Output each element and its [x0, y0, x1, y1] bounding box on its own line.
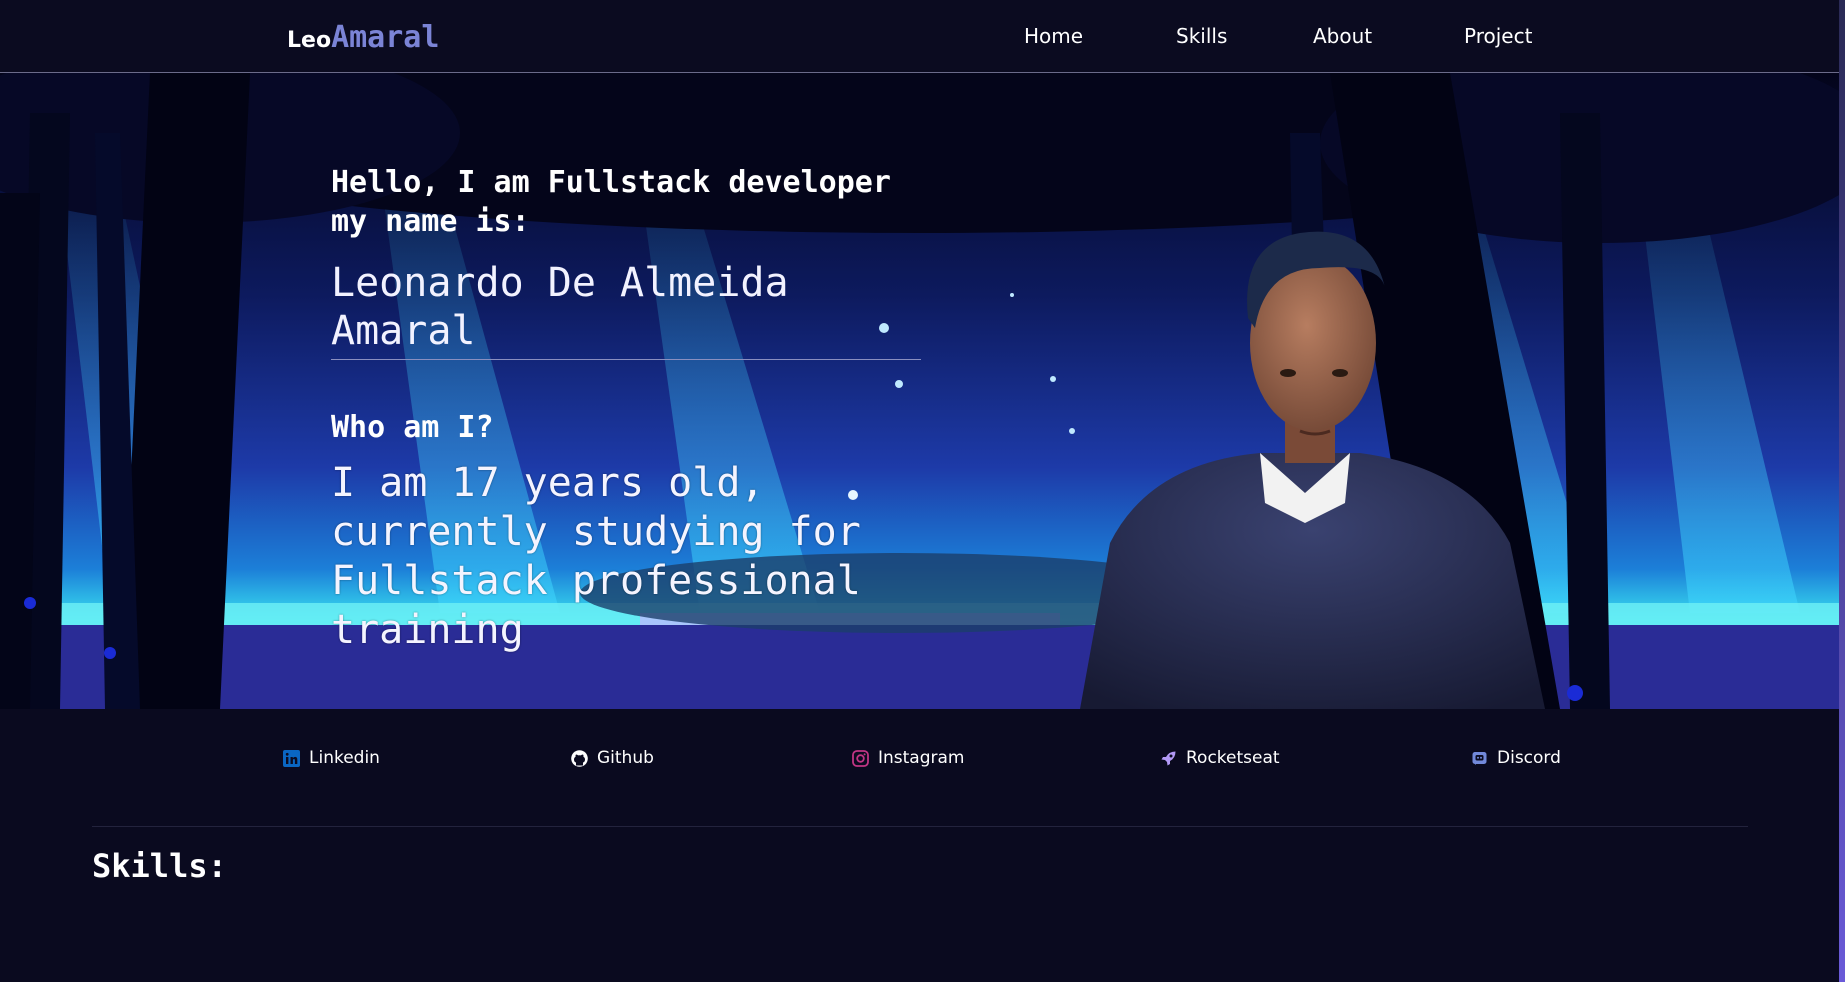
hero-text: Hello, I am Fullstack developer my name … — [331, 163, 921, 655]
scrollbar[interactable] — [1839, 0, 1845, 982]
bio-text: I am 17 years old, currently studying fo… — [331, 460, 861, 653]
main-nav: Home Skills About Project — [0, 24, 1845, 54]
social-link-rocketseat[interactable]: Rocketseat — [1160, 748, 1280, 768]
social-label-linkedin: Linkedin — [309, 748, 380, 768]
social-label-instagram: Instagram — [878, 748, 965, 768]
page: Leo Amaral Home Skills About Project Hel… — [0, 0, 1845, 982]
skills-heading: Skills: — [92, 847, 227, 885]
linkedin-icon — [283, 749, 300, 767]
nav-skills[interactable]: Skills — [1176, 24, 1227, 48]
social-label-discord: Discord — [1497, 748, 1561, 768]
full-name: Leonardo De Almeida Amaral — [331, 259, 921, 360]
social-links: Linkedin Github Instagram Rocketseat Dis… — [0, 740, 1845, 780]
rocket-icon — [1161, 751, 1176, 765]
instagram-icon — [852, 749, 869, 767]
social-link-github[interactable]: Github — [571, 748, 654, 768]
social-link-linkedin[interactable]: Linkedin — [283, 748, 380, 768]
nav-project[interactable]: Project — [1464, 24, 1532, 48]
social-link-instagram[interactable]: Instagram — [852, 748, 965, 768]
greeting-heading: Hello, I am Fullstack developer my name … — [331, 165, 891, 239]
nav-about[interactable]: About — [1313, 24, 1372, 48]
hero-section: Hello, I am Fullstack developer my name … — [0, 73, 1845, 709]
discord-icon — [1472, 751, 1487, 765]
section-divider — [92, 826, 1748, 827]
header: Leo Amaral Home Skills About Project — [0, 0, 1845, 73]
nav-home[interactable]: Home — [1024, 24, 1083, 48]
github-icon — [571, 749, 588, 767]
who-am-i-heading: Who am I? — [331, 410, 494, 445]
social-label-rocketseat: Rocketseat — [1186, 748, 1280, 768]
forest-background-illustration — [0, 73, 1845, 709]
social-label-github: Github — [597, 748, 654, 768]
social-link-discord[interactable]: Discord — [1471, 748, 1561, 768]
